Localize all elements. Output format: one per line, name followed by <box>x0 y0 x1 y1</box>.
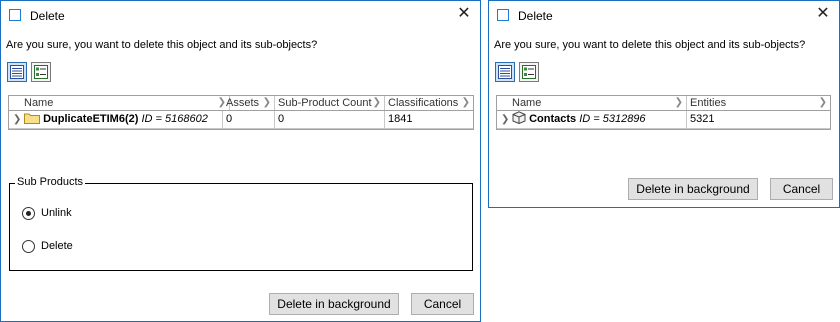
dialog-title: Delete <box>518 9 553 23</box>
cell-entities: 5321 <box>690 113 715 125</box>
window-icon <box>497 9 509 21</box>
cube-icon <box>512 111 526 125</box>
dialog-title: Delete <box>30 9 65 23</box>
chevron-right-icon: ❯ <box>818 97 827 108</box>
column-label: Name <box>24 97 54 109</box>
cell-assets: 0 <box>223 111 275 128</box>
column-header-name[interactable]: Name ❯ <box>21 96 230 110</box>
objects-table: Name ❯ Assets ❯ Sub-Product Count ❯ Classif… <box>8 95 474 130</box>
delete-dialog-1: Delete ✕ Are you sure, you want to delet… <box>0 0 481 322</box>
table-header: Name ❯ Assets ❯ Sub-Product Count ❯ Classif… <box>9 96 473 111</box>
delete-in-background-button[interactable]: Delete in background <box>269 293 399 315</box>
list-view-button[interactable] <box>7 62 27 82</box>
chevron-right-icon: ❯ <box>262 97 271 108</box>
column-label: Assets <box>226 97 260 109</box>
detail-view-icon <box>34 65 48 79</box>
window-icon <box>9 9 21 21</box>
list-view-button[interactable] <box>495 62 515 82</box>
confirm-question: Are you sure, you want to delete this ob… <box>494 39 806 51</box>
confirm-question: Are you sure, you want to delete this ob… <box>6 39 318 51</box>
object-name: Contacts <box>529 113 577 125</box>
folder-icon <box>24 113 40 124</box>
detail-view-button[interactable] <box>31 62 51 82</box>
table-row[interactable]: ❯ Contacts ID = 5312896 5321 <box>497 111 830 129</box>
close-icon[interactable]: ✕ <box>814 5 832 23</box>
radio-selected-dot <box>26 211 31 216</box>
delete-in-background-button[interactable]: Delete in background <box>628 178 758 200</box>
column-label: Name <box>512 97 542 109</box>
column-header-assets[interactable]: Assets ❯ <box>223 96 275 110</box>
detail-view-icon <box>522 65 536 79</box>
column-header-name[interactable]: Name ❯ <box>509 96 687 110</box>
list-view-icon <box>498 65 512 79</box>
group-legend: Sub Products <box>15 176 86 188</box>
column-label: Entities <box>690 97 727 109</box>
delete-dialog-2: Delete ✕ Are you sure, you want to delet… <box>488 0 840 208</box>
delete-radio[interactable] <box>22 240 35 253</box>
column-header-classifications[interactable]: Classifications ❯ <box>385 96 473 110</box>
column-header-sub-product-count[interactable]: Sub-Product Count ❯ <box>275 96 385 110</box>
close-icon[interactable]: ✕ <box>455 5 473 23</box>
title-bar: Delete ✕ <box>489 1 839 31</box>
object-name: DuplicateETIM6(2) <box>43 113 139 125</box>
object-id: ID = 5312896 <box>579 113 646 125</box>
chevron-right-icon: ❯ <box>461 97 470 108</box>
cancel-button[interactable]: Cancel <box>770 178 833 200</box>
cancel-button[interactable]: Cancel <box>411 293 474 315</box>
list-view-icon <box>10 65 24 79</box>
chevron-right-icon: ❯ <box>372 97 381 108</box>
cell-classifications: 1841 <box>388 113 413 125</box>
column-label: Sub-Product Count <box>278 97 372 109</box>
title-bar: Delete ✕ <box>1 1 480 31</box>
detail-view-button[interactable] <box>519 62 539 82</box>
unlink-radio[interactable] <box>22 207 35 220</box>
objects-table: Name ❯ Entities ❯ ❯ Contacts ID = 5312896 … <box>496 95 831 130</box>
cell-sub-product-count: 0 <box>275 111 385 128</box>
table-header: Name ❯ Entities ❯ <box>497 96 830 111</box>
table-row[interactable]: ❯ DuplicateETIM6(2) ID = 5168602 0 0 184… <box>9 111 473 129</box>
delete-label[interactable]: Delete <box>41 240 73 252</box>
column-label: Classifications <box>388 97 459 109</box>
unlink-label[interactable]: Unlink <box>41 207 72 219</box>
column-header-entities[interactable]: Entities ❯ <box>687 96 830 110</box>
cell-name: DuplicateETIM6(2) ID = 5168602 <box>21 111 223 128</box>
chevron-right-icon: ❯ <box>674 97 683 108</box>
cell-name: Contacts ID = 5312896 <box>509 111 687 128</box>
object-id: ID = 5168602 <box>141 113 208 125</box>
sub-products-group: Sub Products Unlink Delete <box>9 176 473 271</box>
